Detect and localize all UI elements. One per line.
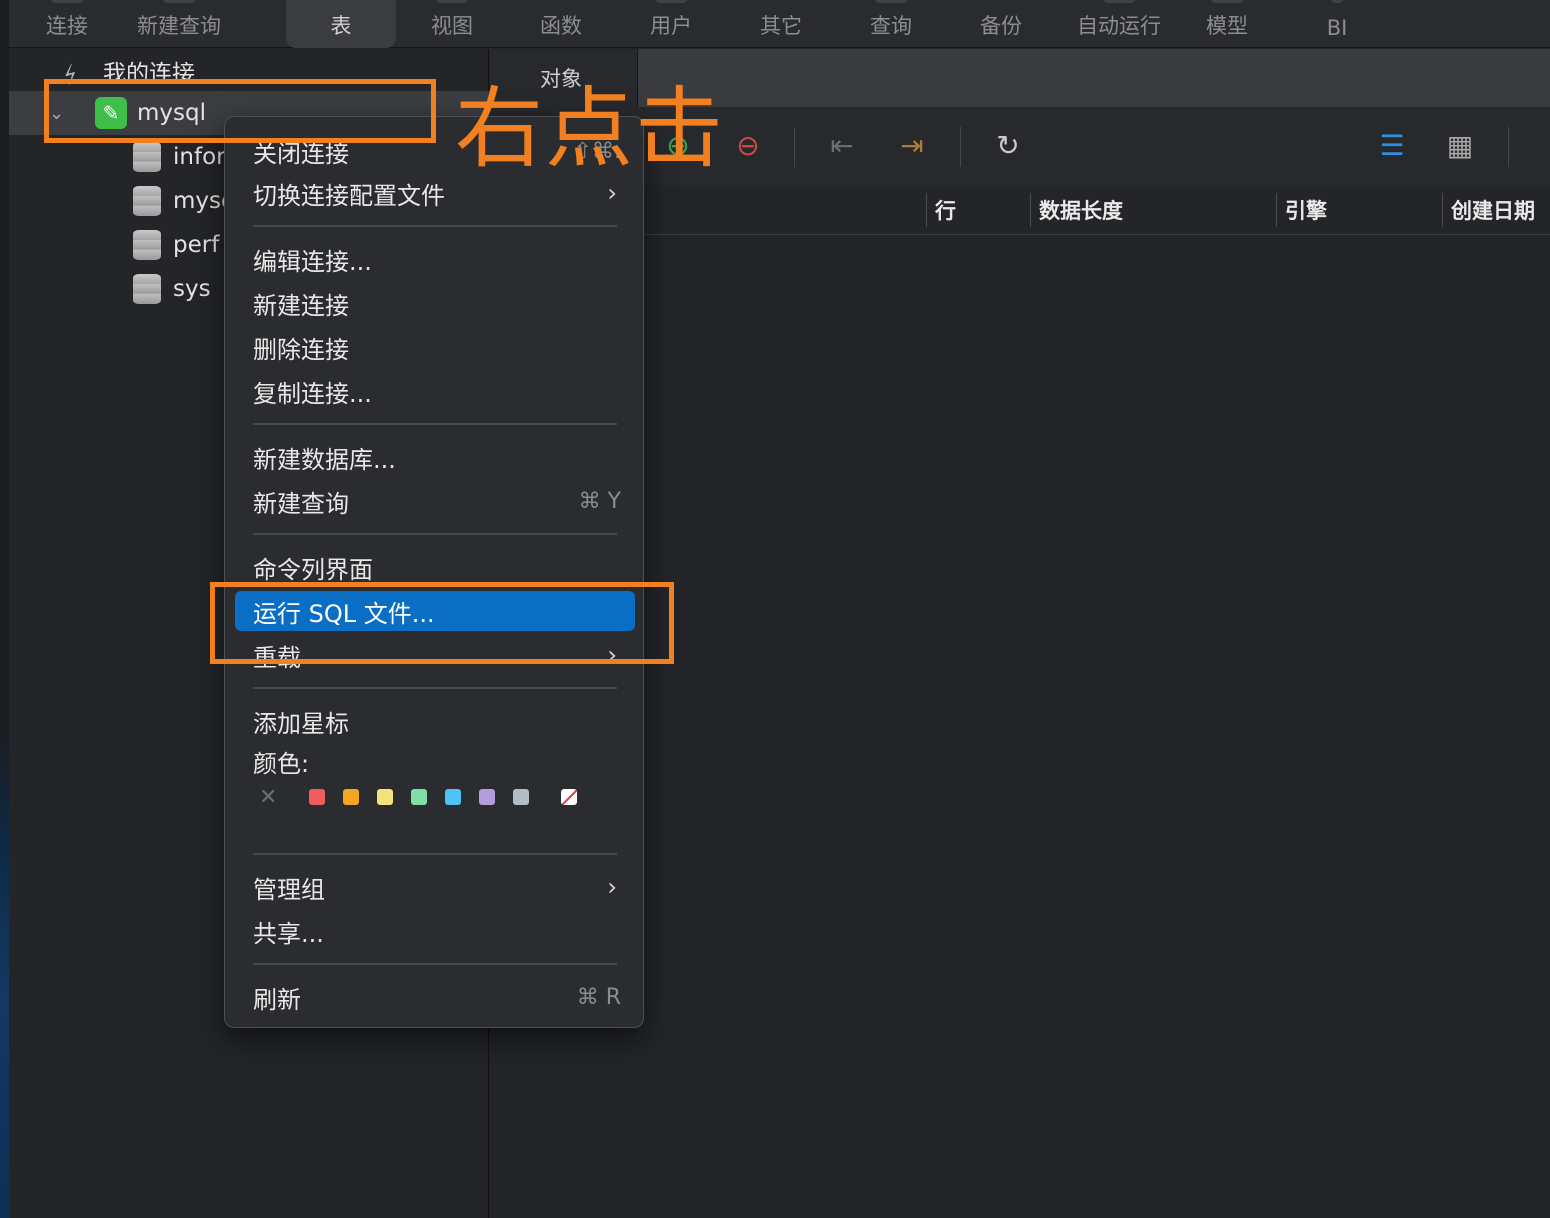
- database-icon: [133, 142, 161, 172]
- model-icon: [1210, 0, 1244, 3]
- main-toolbar: 连接 新建查询 表 视图 函数 用户 其它 查询 备份 自动运行 模型 BI: [9, 0, 1550, 48]
- color-swatch-green[interactable]: [411, 789, 427, 805]
- column-rows[interactable]: 行: [926, 193, 1022, 227]
- shortcut-label: ⌘ Y: [578, 488, 621, 514]
- toolbar-connect[interactable]: 连接: [29, 0, 105, 48]
- toolbar-divider: [794, 127, 795, 167]
- menu-console[interactable]: 命令列界面: [235, 547, 635, 587]
- list-view-icon[interactable]: ☰: [1374, 127, 1410, 163]
- automation-icon: [1102, 0, 1136, 3]
- toolbar-function[interactable]: 函数: [523, 0, 599, 48]
- toolbar-bi[interactable]: BI: [1299, 0, 1375, 48]
- database-icon: [133, 274, 161, 304]
- color-swatch-orange[interactable]: [343, 789, 359, 805]
- menu-color-label: 颜色:: [253, 749, 310, 778]
- toolbar-table[interactable]: 表: [286, 0, 396, 48]
- connect-icon: [50, 0, 84, 3]
- query-icon: [874, 0, 908, 3]
- color-swatch-red[interactable]: [309, 789, 325, 805]
- toolbar-view[interactable]: 视图: [414, 0, 490, 48]
- menu-separator: [253, 853, 617, 855]
- toolbar-new-query[interactable]: 新建查询: [127, 0, 231, 48]
- menu-separator: [253, 963, 617, 965]
- color-swatch-blue[interactable]: [445, 789, 461, 805]
- menu-separator: [253, 533, 617, 535]
- user-icon: [654, 0, 688, 3]
- import-icon[interactable]: ⇤: [824, 127, 860, 163]
- column-create-date[interactable]: 创建日期: [1442, 193, 1550, 227]
- annotation-right-click-text: 右点击: [455, 77, 726, 180]
- menu-share[interactable]: 共享...: [235, 911, 635, 951]
- chevron-right-icon: ›: [607, 873, 617, 901]
- refresh-icon[interactable]: ↻: [990, 127, 1026, 163]
- toolbar-divider: [1508, 127, 1509, 167]
- menu-add-star[interactable]: 添加星标: [235, 701, 635, 741]
- bi-icon: [1330, 0, 1344, 3]
- toolbar-other[interactable]: 其它: [743, 0, 819, 48]
- object-column-header: 行 数据长度 引擎 创建日期: [490, 185, 1550, 235]
- toolbar-automation[interactable]: 自动运行: [1067, 0, 1171, 48]
- menu-new-database[interactable]: 新建数据库...: [235, 437, 635, 477]
- annotation-box-connection: [44, 79, 436, 143]
- menu-manage-group[interactable]: 管理组 ›: [235, 867, 635, 907]
- column-engine[interactable]: 引擎: [1276, 193, 1432, 227]
- menu-separator: [253, 225, 617, 227]
- menu-delete-connection[interactable]: 删除连接: [235, 327, 635, 367]
- connection-context-menu: 关闭连接 ⇧⌘. 切换连接配置文件 › 编辑连接... 新建连接 删除连接 复制连接…: [224, 116, 644, 1028]
- toolbar-backup[interactable]: 备份: [963, 0, 1039, 48]
- color-swatch-purple[interactable]: [479, 789, 495, 805]
- menu-new-connection[interactable]: 新建连接: [235, 283, 635, 323]
- toolbar-query[interactable]: 查询: [853, 0, 929, 48]
- color-swatch-yellow[interactable]: [377, 789, 393, 805]
- annotation-box-run-sql: [210, 582, 674, 664]
- database-icon: [133, 230, 161, 260]
- toolbar-model[interactable]: 模型: [1189, 0, 1265, 48]
- color-swatch-gray[interactable]: [513, 789, 529, 805]
- menu-new-query[interactable]: 新建查询 ⌘ Y: [235, 481, 635, 521]
- shortcut-label: ⌘ R: [576, 984, 621, 1010]
- toolbar-user[interactable]: 用户: [633, 0, 709, 48]
- menu-separator: [253, 423, 617, 425]
- menu-edit-connection[interactable]: 编辑连接...: [235, 239, 635, 279]
- database-icon: [133, 186, 161, 216]
- view-icon: [435, 0, 469, 3]
- column-data-length[interactable]: 数据长度: [1030, 193, 1266, 227]
- grid-view-icon[interactable]: ▦: [1442, 127, 1478, 163]
- custom-color-icon[interactable]: [561, 789, 577, 805]
- toolbar-divider: [960, 127, 961, 167]
- clear-color-icon[interactable]: ✕: [259, 785, 277, 810]
- new-query-icon: [162, 0, 196, 3]
- export-icon[interactable]: ⇥: [894, 127, 930, 163]
- menu-refresh[interactable]: 刷新 ⌘ R: [235, 977, 635, 1017]
- menu-separator: [253, 687, 617, 689]
- desktop-edge: [0, 0, 9, 1218]
- remove-icon[interactable]: ⊖: [730, 127, 766, 163]
- menu-duplicate-connection[interactable]: 复制连接...: [235, 371, 635, 411]
